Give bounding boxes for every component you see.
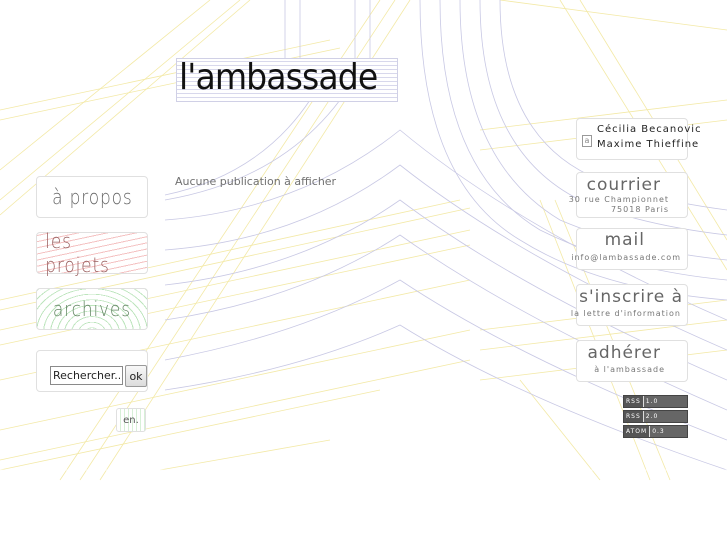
- feed-label: RSS: [624, 396, 644, 407]
- search-ok-button[interactable]: ok: [125, 365, 147, 387]
- contact-name-2: Maxime Thieffine: [597, 139, 700, 150]
- site-logo[interactable]: l'ambassade: [176, 57, 398, 102]
- nav-archives-button[interactable]: archives: [36, 288, 148, 330]
- language-switch-link[interactable]: en.: [116, 408, 146, 432]
- contact-name-1: Cécilia Becanovic: [597, 124, 702, 135]
- search-input[interactable]: [50, 366, 123, 385]
- nav-projects-label: les projets: [45, 229, 110, 277]
- postal-address-card: courrier 30 rue Championnet 75018 Paris: [569, 172, 688, 218]
- rss-1-feed-link[interactable]: RSS 1.0: [623, 395, 688, 408]
- courrier-street: 30 rue Championnet: [568, 195, 669, 204]
- rss-2-feed-link[interactable]: RSS 2.0: [623, 410, 688, 423]
- join-subtitle: à l'ambassade: [594, 365, 665, 374]
- nav-about-label: à propos: [51, 185, 133, 209]
- empty-publications-message: Aucune publication à afficher: [175, 175, 337, 188]
- contact-names-card: a Cécilia Becanovic Maxime Thieffine: [576, 118, 701, 160]
- subscribe-subtitle: la lettre d'information: [570, 309, 681, 318]
- feed-version: 0.3: [650, 426, 687, 437]
- logo-text: l'ambassade: [179, 57, 378, 98]
- feed-version: 1.0: [643, 396, 687, 407]
- feed-label: RSS: [624, 411, 644, 422]
- mail-address: info@lambassade.com: [571, 253, 681, 262]
- contact-icon: a: [582, 135, 592, 147]
- nav-archives-label: archives: [52, 297, 132, 321]
- join-title: adhérer: [587, 343, 661, 363]
- courrier-city: 75018 Paris: [610, 205, 669, 214]
- newsletter-subscribe-button[interactable]: s'inscrire à la lettre d'information: [571, 284, 688, 326]
- feed-label: ATOM: [624, 426, 651, 437]
- feed-version: 2.0: [643, 411, 687, 422]
- search-box: ok: [36, 350, 148, 392]
- mail-title: mail: [604, 230, 645, 250]
- courrier-title: courrier: [586, 175, 661, 195]
- atom-feed-link[interactable]: ATOM 0.3: [623, 425, 688, 438]
- nav-about-button[interactable]: à propos: [36, 176, 148, 218]
- nav-projects-button[interactable]: les projets: [36, 229, 148, 277]
- subscribe-title: s'inscrire à: [579, 287, 683, 307]
- mail-link-card[interactable]: mail info@lambassade.com: [571, 228, 688, 270]
- join-button[interactable]: adhérer à l'ambassade: [576, 340, 688, 382]
